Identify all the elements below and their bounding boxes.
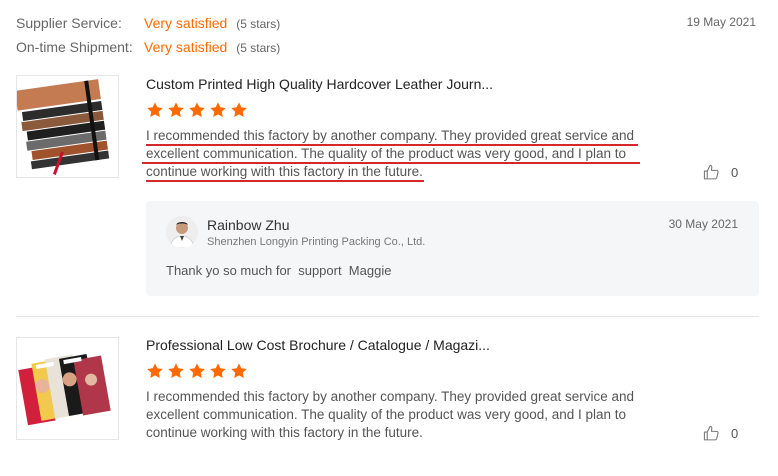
supplier-reply: Rainbow Zhu Shenzhen Longyin Printing Pa… <box>146 201 759 296</box>
star-icon <box>210 102 226 118</box>
product-title-link[interactable]: Custom Printed High Quality Hardcover Le… <box>146 76 493 92</box>
review-text-line: I recommended this factory by another co… <box>146 128 635 143</box>
star-icon <box>147 363 163 379</box>
thumbs-up-icon <box>703 164 719 180</box>
reply-date: 30 May 2021 <box>668 217 738 231</box>
supplier-service-rating: Supplier Service: Very satisfied (5 star… <box>16 15 280 31</box>
review-text-line: continue working with this factory in th… <box>146 164 423 179</box>
reply-company-name: Shenzhen Longyin Printing Packing Co., L… <box>207 236 426 248</box>
star-icon <box>189 363 205 379</box>
on-time-shipment-label: On-time Shipment: <box>16 39 133 55</box>
supplier-service-label: Supplier Service: <box>16 15 122 31</box>
like-count: 0 <box>731 165 739 180</box>
star-icon <box>231 363 247 379</box>
product-title-link[interactable]: Professional Low Cost Brochure / Catalog… <box>146 337 490 353</box>
review-text: I recommended this factory by another co… <box>146 127 666 181</box>
supplier-service-value: Very satisfied <box>144 15 228 31</box>
annotation-underline <box>146 144 638 146</box>
annotation-underline <box>146 180 424 182</box>
review-text: I recommended this factory by another co… <box>146 388 666 442</box>
on-time-shipment-stars-note: (5 stars) <box>236 41 281 55</box>
review-divider <box>16 316 759 317</box>
review-text-line: excellent communication. The quality of … <box>146 146 627 161</box>
product-image-journals[interactable] <box>16 75 119 178</box>
on-time-shipment-value: Very satisfied <box>144 39 228 55</box>
review-date: 19 May 2021 <box>686 15 756 29</box>
annotation-underline <box>142 162 640 164</box>
reply-author-name: Rainbow Zhu <box>207 217 290 233</box>
review-rating-stars <box>146 362 248 380</box>
star-icon <box>189 102 205 118</box>
star-icon <box>231 102 247 118</box>
like-button[interactable]: 0 <box>703 425 738 442</box>
like-button[interactable]: 0 <box>703 164 738 181</box>
on-time-shipment-rating: On-time Shipment: Very satisfied (5 star… <box>16 39 280 55</box>
product-image-magazines[interactable] <box>16 337 119 440</box>
star-icon <box>147 102 163 118</box>
avatar <box>166 216 198 248</box>
like-count: 0 <box>731 426 739 441</box>
review-rating-stars <box>146 101 248 119</box>
star-icon <box>210 363 226 379</box>
supplier-service-stars-note: (5 stars) <box>236 17 281 31</box>
reply-text: Thank yo so much for support Maggie <box>166 263 392 278</box>
star-icon <box>168 102 184 118</box>
review-text-line: excellent communication. The quality of … <box>146 407 627 422</box>
thumbs-up-icon <box>703 425 719 441</box>
review-text-line: continue working with this factory in th… <box>146 425 423 440</box>
review-text-line: I recommended this factory by another co… <box>146 389 635 404</box>
star-icon <box>168 363 184 379</box>
